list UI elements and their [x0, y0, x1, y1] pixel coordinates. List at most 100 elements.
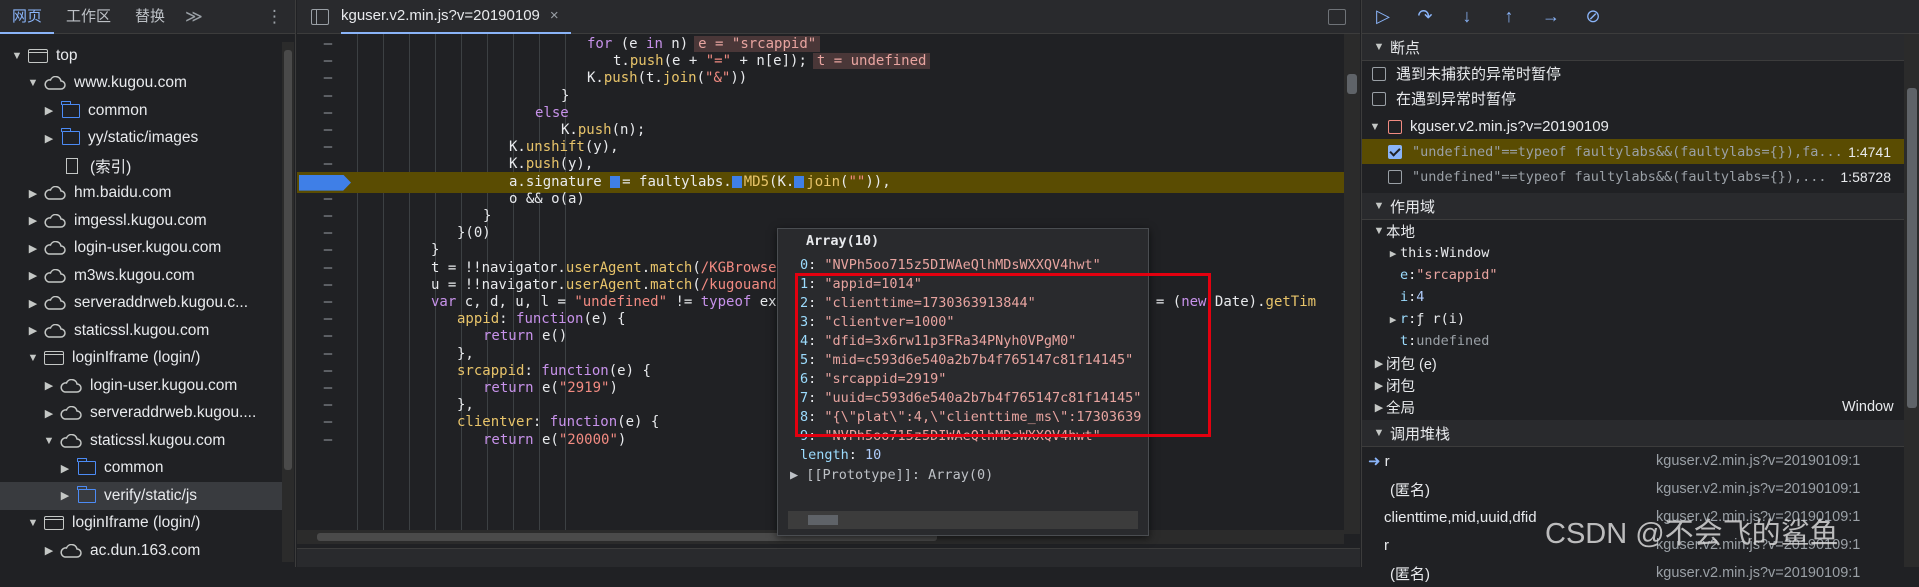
scope-variable[interactable]: i: 4 [1362, 286, 1919, 308]
expand-arrow-icon[interactable]: ▶ [42, 407, 56, 420]
scope-local-header[interactable]: ▼ 本地 [1362, 220, 1919, 242]
expand-arrow-icon[interactable]: ▶ [42, 379, 56, 392]
collapse-arrow-icon[interactable]: ▼ [10, 50, 24, 62]
tree-item[interactable]: ▼ loginIframe (login/) [0, 345, 282, 373]
breakpoints-section-header[interactable]: ▼ 断点 [1362, 34, 1919, 61]
tree-item[interactable]: ▼ top [0, 42, 282, 70]
step-over-icon[interactable]: ↷ [1416, 6, 1434, 27]
resume-icon[interactable]: ▷ [1374, 6, 1392, 27]
tree-item[interactable]: ▶ common [0, 97, 282, 125]
expand-arrow-icon[interactable]: ▶ [58, 489, 72, 502]
more-tabs-icon[interactable]: ≫ [177, 7, 211, 27]
cloud-icon [44, 76, 66, 90]
callstack-frame[interactable]: ➜ r kguser.v2.min.js?v=20190109:1 [1362, 447, 1919, 475]
scope-global[interactable]: ▶ 全局 Window [1362, 396, 1919, 418]
step-into-icon[interactable]: ↓ [1458, 6, 1476, 27]
breakpoint-item[interactable]: "undefined"==typeof faultylabs&&(faultyl… [1362, 164, 1919, 189]
debugger-toolbar: ▷ ↷ ↓ ↑ → ⊘ [1362, 0, 1919, 34]
tree-item[interactable]: ▶ hm.baidu.com [0, 180, 282, 208]
step-icon[interactable]: → [1542, 6, 1560, 27]
tree-item[interactable]: ▶ verify/static/js [0, 482, 282, 510]
pause-caught-checkbox[interactable] [1372, 91, 1386, 106]
editor-vertical-scrollbar[interactable] [1344, 34, 1360, 534]
expand-arrow-icon[interactable]: ▶ [42, 544, 56, 557]
collapse-arrow-icon[interactable]: ▼ [26, 517, 40, 529]
tree-item[interactable]: ▶ serveraddrweb.kugou.... [0, 400, 282, 428]
scope-closure-e[interactable]: ▶ 闭包 (e) [1362, 352, 1919, 374]
collapse-arrow-icon[interactable]: ▼ [26, 77, 40, 89]
cloud-icon [44, 186, 66, 200]
tree-item-label: common [88, 101, 148, 119]
expand-arrow-icon[interactable]: ▶ [1386, 313, 1400, 326]
prototype-row[interactable]: ▶ [[Prototype]]: Array(0) [790, 465, 993, 485]
expand-arrow-icon[interactable]: ▶ [42, 132, 56, 145]
cloud-icon [44, 268, 66, 283]
tree-item-label: hm.baidu.com [74, 184, 172, 202]
more-options-icon[interactable]: ⋮ [254, 7, 295, 27]
tree-item-label: imgessl.kugou.com [74, 211, 207, 229]
callstack-section-header[interactable]: ▼ 调用堆栈 [1362, 420, 1919, 447]
tree-item[interactable]: ▶ staticssl.kugou.com [0, 317, 282, 345]
popup-scrollbar[interactable] [788, 511, 1138, 529]
tree-item[interactable]: ▶ serveraddrweb.kugou.c... [0, 290, 282, 318]
expand-arrow-icon[interactable]: ▶ [26, 242, 40, 255]
deactivate-breakpoints-icon[interactable]: ⊘ [1584, 6, 1602, 27]
collapse-arrow-icon[interactable]: ▼ [42, 435, 56, 447]
pause-uncaught-option[interactable]: 遇到未捕获的异常时暂停 [1362, 61, 1919, 86]
expand-arrow-icon[interactable]: ▶ [26, 187, 40, 200]
tree-item[interactable]: ▶ ac.dun.163.com [0, 537, 282, 565]
step-out-icon[interactable]: ↑ [1500, 6, 1518, 27]
close-icon[interactable]: × [550, 7, 559, 24]
tree-item[interactable]: ▼ www.kugou.com [0, 70, 282, 98]
cloud-icon [60, 543, 82, 558]
tab-overrides[interactable]: 替换 [123, 0, 177, 34]
folder-icon [61, 100, 80, 118]
tree-item[interactable]: ▶ login-user.kugou.com [0, 372, 282, 400]
breakpoint-checkbox[interactable] [1388, 144, 1402, 159]
debugger-scrollbar[interactable] [1904, 34, 1919, 567]
tree-item[interactable]: ▶ m3ws.kugou.com [0, 262, 282, 290]
scope-variable[interactable]: e: "srcappid" [1362, 264, 1919, 286]
line-gutter[interactable]: – [297, 430, 359, 451]
navigator-scrollbar[interactable] [282, 42, 294, 562]
breakpoint-item[interactable]: "undefined"==typeof faultylabs&&(faultyl… [1362, 139, 1919, 164]
tree-item[interactable]: ▼ loginIframe (login/) [0, 510, 282, 538]
variable-value: undefined [1416, 333, 1490, 349]
tree-item[interactable]: ▶ imgessl.kugou.com [0, 207, 282, 235]
expand-arrow-icon[interactable]: ▶ [26, 324, 40, 337]
file-icon [66, 157, 78, 174]
toggle-navigator-icon[interactable] [311, 8, 329, 25]
tree-item[interactable]: ▶ common [0, 455, 282, 483]
expand-arrow-icon[interactable]: ▶ [26, 297, 40, 310]
expand-arrow-icon[interactable]: ▶ [42, 104, 56, 117]
tree-item[interactable]: ▶ login-user.kugou.com [0, 235, 282, 263]
expand-arrow-icon[interactable]: ▶ [26, 214, 40, 227]
expand-arrow-icon[interactable]: ▶ [26, 269, 40, 282]
breakpoint-file-header[interactable]: ▼ kguser.v2.min.js?v=20190109 [1362, 114, 1919, 139]
toggle-debugger-icon[interactable] [1328, 8, 1346, 25]
variable-value: 4 [1416, 289, 1425, 305]
callstack-frame[interactable]: (匿名) kguser.v2.min.js?v=20190109:1 [1362, 559, 1919, 587]
collapse-arrow-icon[interactable]: ▼ [26, 352, 40, 364]
frame-name: (匿名) [1390, 481, 1430, 499]
tree-item[interactable]: (索引) [0, 152, 282, 180]
tree-item[interactable]: ▶ yy/static/images [0, 125, 282, 153]
callstack-frame[interactable]: (匿名) kguser.v2.min.js?v=20190109:1 [1362, 475, 1919, 503]
scope-variable[interactable]: ▶ this: Window [1362, 242, 1919, 264]
breakpoint-code: "undefined"==typeof faultylabs&&(faultyl… [1412, 168, 1827, 185]
expand-arrow-icon[interactable]: ▶ [58, 462, 72, 475]
pause-caught-option[interactable]: 在遇到异常时暂停 [1362, 86, 1919, 111]
tab-workspace[interactable]: 工作区 [54, 0, 123, 34]
file-tab-label: kguser.v2.min.js?v=20190109 [341, 7, 540, 24]
scope-variable[interactable]: ▶ r: ƒ r(i) [1362, 308, 1919, 330]
file-tab[interactable]: kguser.v2.min.js?v=20190109 × [341, 0, 571, 34]
expand-arrow-icon[interactable]: ▶ [1386, 247, 1400, 260]
scope-variable[interactable]: t: undefined [1362, 330, 1919, 352]
tree-item[interactable]: ▼ staticssl.kugou.com [0, 427, 282, 455]
pause-uncaught-checkbox[interactable] [1372, 66, 1386, 81]
scope-closure[interactable]: ▶ 闭包 [1362, 374, 1919, 396]
current-frame-arrow-icon: ➜ [1368, 453, 1381, 470]
scope-section-header[interactable]: ▼ 作用域 [1362, 193, 1919, 220]
breakpoint-checkbox[interactable] [1388, 169, 1402, 184]
tab-page[interactable]: 网页 [0, 0, 55, 34]
